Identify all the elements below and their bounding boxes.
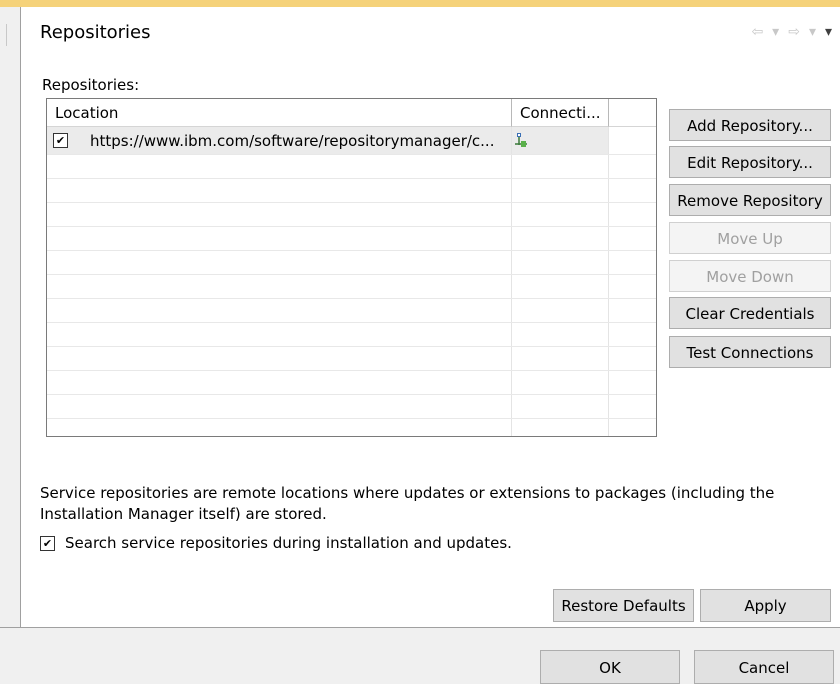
table-row[interactable]: ✔ https://www.ibm.com/software/repositor… [47,127,656,155]
table-row [47,251,656,275]
page-title: Repositories [40,22,151,43]
history-navigation: ⇦ ▾ ⇨ ▾ ▾ [751,24,832,40]
cancel-button[interactable]: Cancel [694,650,834,684]
network-connection-icon [515,132,527,147]
back-dropdown-icon[interactable]: ▾ [772,24,779,40]
edit-repository-button[interactable]: Edit Repository... [669,146,831,178]
move-down-button[interactable]: Move Down [669,260,831,292]
table-row [47,203,656,227]
repositories-label: Repositories: [42,76,140,94]
table-row [47,179,656,203]
table-row [47,395,656,419]
clear-credentials-button[interactable]: Clear Credentials [669,297,831,329]
service-repositories-description: Service repositories are remote location… [40,484,775,523]
move-up-button[interactable]: Move Up [669,222,831,254]
view-menu-icon[interactable]: ▾ [825,24,832,40]
search-service-repositories-label: Search service repositories during insta… [65,534,512,552]
repositories-table[interactable]: Location Connecti... ✔ https://www.ibm.c… [46,98,657,437]
table-header: Location Connecti... [47,99,656,127]
column-header-location[interactable]: Location [47,99,512,127]
table-row [47,323,656,347]
table-row [47,275,656,299]
table-row [47,227,656,251]
table-row [47,347,656,371]
top-accent-bar [0,0,840,7]
forward-dropdown-icon[interactable]: ▾ [809,24,816,40]
table-row [47,419,656,436]
table-row [47,299,656,323]
back-arrow-icon[interactable]: ⇦ [751,24,763,40]
restore-defaults-button[interactable]: Restore Defaults [553,589,694,622]
remove-repository-button[interactable]: Remove Repository [669,184,831,216]
forward-arrow-icon[interactable]: ⇨ [788,24,800,40]
add-repository-button[interactable]: Add Repository... [669,109,831,141]
search-service-repositories-option[interactable]: ✔ Search service repositories during ins… [40,534,512,552]
column-header-empty [609,99,656,127]
repository-enabled-checkbox[interactable]: ✔ [53,133,68,148]
test-connections-button[interactable]: Test Connections [669,336,831,368]
column-header-connection[interactable]: Connecti... [512,99,609,127]
repository-location: https://www.ibm.com/software/repositorym… [90,131,495,150]
left-divider-tick [6,24,7,46]
table-row [47,371,656,395]
search-service-repositories-checkbox[interactable]: ✔ [40,535,55,551]
apply-button[interactable]: Apply [700,589,831,622]
ok-button[interactable]: OK [540,650,680,684]
table-row [47,155,656,179]
